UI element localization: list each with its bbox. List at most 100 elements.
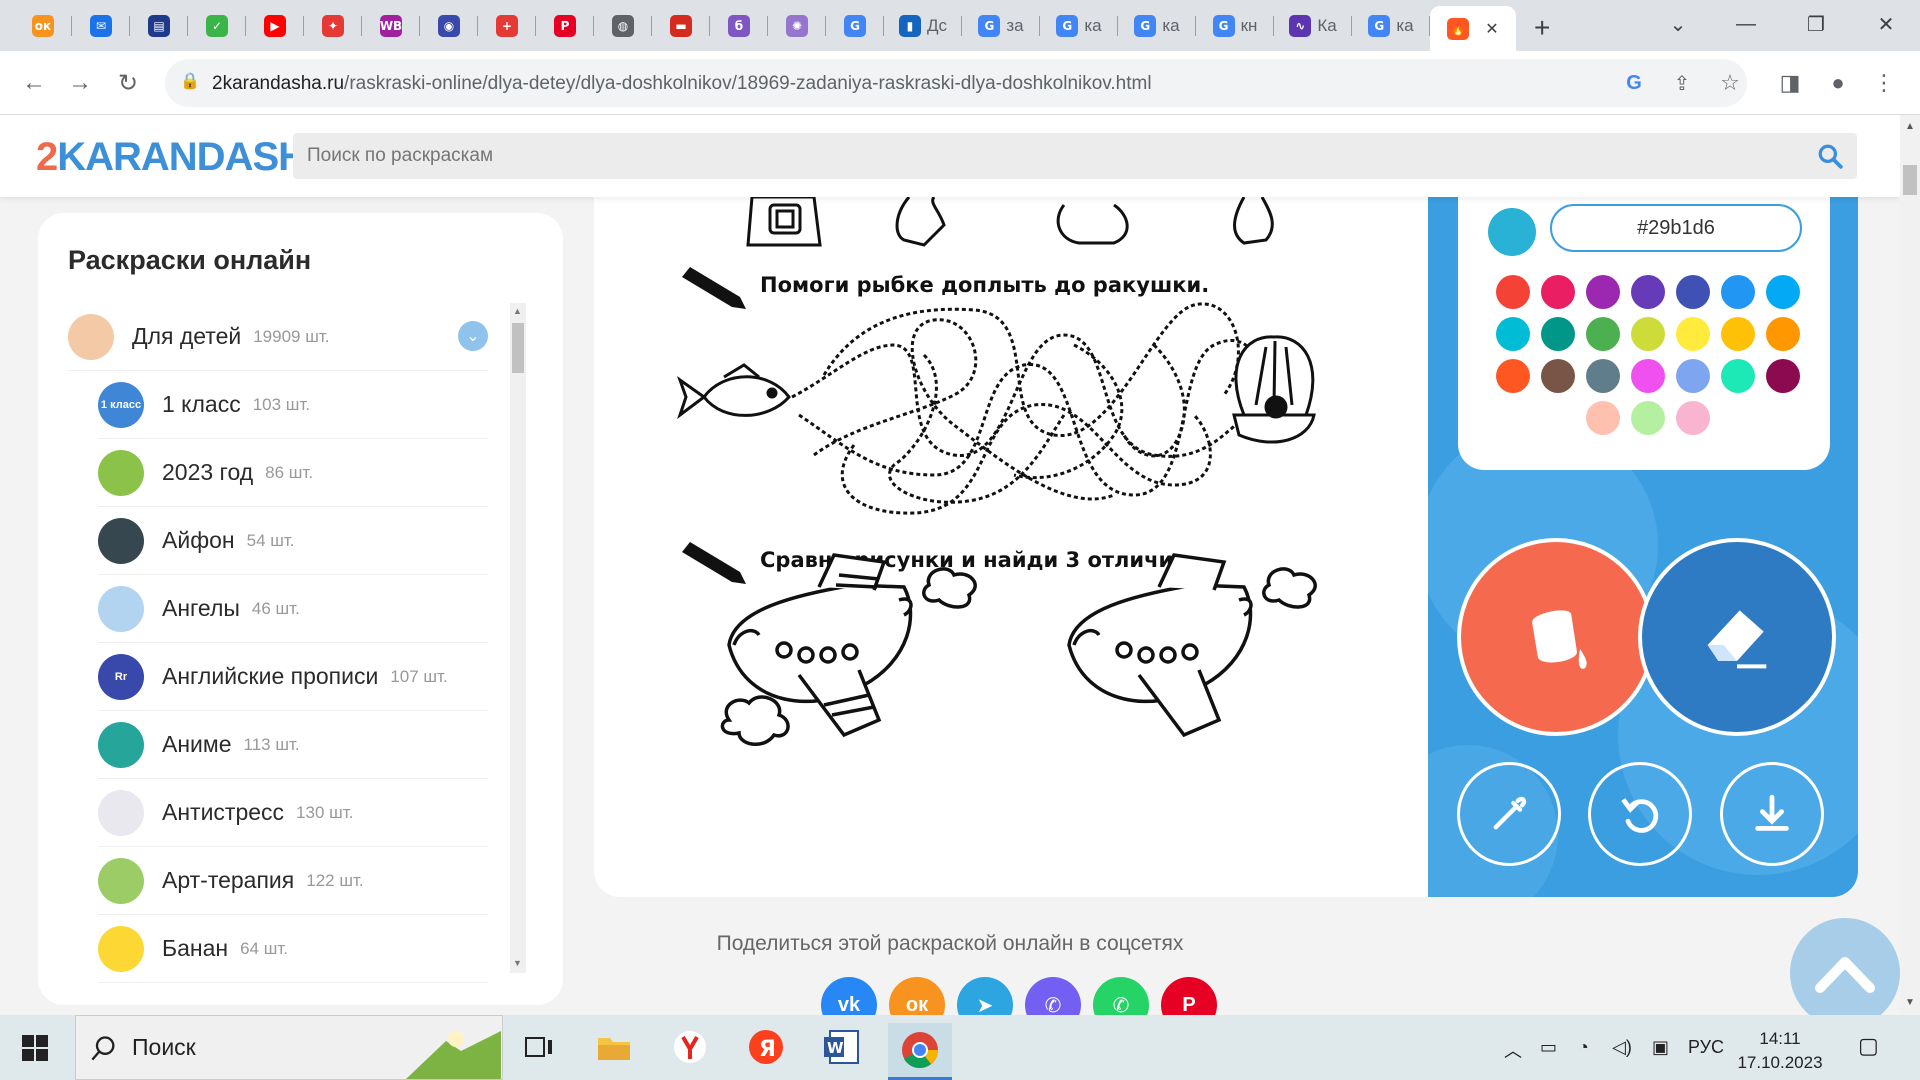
taskbar-search[interactable]: Поиск [75, 1015, 503, 1080]
sidebar-category-item[interactable]: Для детей 19909 шт. ⌄ [68, 303, 488, 371]
browser-tab[interactable]: ◉ [420, 8, 478, 44]
chrome-taskbar-icon[interactable] [888, 1023, 952, 1080]
browser-tab[interactable]: P [536, 8, 594, 44]
color-swatch[interactable] [1676, 317, 1710, 351]
tab-search-icon[interactable]: ⌄ [1658, 6, 1698, 42]
color-swatch[interactable] [1631, 359, 1665, 393]
color-swatch[interactable] [1496, 275, 1530, 309]
current-color-swatch[interactable] [1488, 208, 1536, 256]
show-hidden-icons[interactable]: ︿ [1504, 1037, 1522, 1063]
browser-tab[interactable]: ▬ [652, 8, 710, 44]
color-swatch[interactable] [1541, 275, 1575, 309]
color-swatch[interactable] [1631, 401, 1665, 435]
browser-tab[interactable]: ✺ [768, 8, 826, 44]
color-swatch[interactable] [1676, 275, 1710, 309]
start-button[interactable] [0, 1015, 70, 1080]
google-translate-icon[interactable]: G [1616, 65, 1652, 101]
share-page-icon[interactable]: ⇪ [1664, 65, 1700, 101]
download-button[interactable] [1720, 762, 1824, 866]
browser-tab[interactable]: Gка [1352, 8, 1430, 44]
sidebar-category-item[interactable]: Айфон 54 шт. [98, 507, 488, 575]
browser-tab[interactable]: ок [14, 8, 72, 44]
eraser-button[interactable] [1638, 538, 1836, 736]
scroll-down-icon[interactable]: ▼ [1905, 997, 1915, 1008]
menu-icon[interactable]: ⋮ [1866, 65, 1902, 101]
notifications-icon[interactable]: ▢ [1858, 1033, 1879, 1059]
meet-now-icon[interactable]: ▣ [1652, 1037, 1669, 1058]
color-swatch[interactable] [1586, 275, 1620, 309]
color-swatch[interactable] [1631, 317, 1665, 351]
yandex-icon[interactable]: Я [742, 1023, 790, 1071]
color-swatch[interactable] [1541, 359, 1575, 393]
color-swatch[interactable] [1721, 275, 1755, 309]
new-tab-button[interactable]: + [1534, 12, 1550, 44]
close-tab-icon[interactable]: ✕ [1485, 19, 1498, 39]
browser-tab[interactable]: Gка [1040, 8, 1118, 44]
minimize-button[interactable]: — [1726, 6, 1766, 42]
color-swatch[interactable] [1586, 317, 1620, 351]
worksheet-drawing[interactable]: Помоги рыбке доплыть до ракушки. Сравни … [594, 115, 1428, 897]
color-swatch[interactable] [1496, 359, 1530, 393]
page-scrollbar[interactable]: ▲ ▼ [1900, 115, 1920, 1015]
sidebar-scroll-thumb[interactable] [512, 323, 524, 373]
browser-tab[interactable]: ▶ [246, 8, 304, 44]
whatsapp-icon[interactable]: ✆ [1093, 977, 1149, 1015]
lock-icon[interactable]: 🔒 [180, 71, 200, 91]
pinterest-icon[interactable]: P [1161, 977, 1217, 1015]
language-indicator[interactable]: РУС [1688, 1037, 1724, 1058]
page-scroll-thumb[interactable] [1903, 165, 1917, 195]
color-swatch[interactable] [1721, 317, 1755, 351]
viber-icon[interactable]: ✆ [1025, 977, 1081, 1015]
undo-button[interactable] [1588, 762, 1692, 866]
back-icon[interactable]: ← [16, 65, 52, 101]
browser-tab[interactable]: G [826, 8, 884, 44]
forward-icon[interactable]: → [62, 65, 98, 101]
color-swatch[interactable] [1496, 317, 1530, 351]
reload-icon[interactable]: ↻ [110, 65, 146, 101]
vk-icon[interactable]: vk [821, 977, 877, 1015]
odnoklassniki-icon[interactable]: ок [889, 977, 945, 1015]
sidebar-category-item[interactable]: Арт-терапия 122 шт. [98, 847, 488, 915]
eyedropper-button[interactable] [1457, 762, 1561, 866]
browser-tab[interactable]: Gза [962, 8, 1040, 44]
scroll-up-icon[interactable]: ▲ [1905, 121, 1915, 132]
browser-tab[interactable]: 🔥 ✕ [1430, 6, 1516, 51]
telegram-icon[interactable]: ➤ [957, 977, 1013, 1015]
color-swatch[interactable] [1586, 401, 1620, 435]
yandex-browser-icon[interactable] [666, 1023, 714, 1071]
word-icon[interactable]: W [818, 1023, 866, 1071]
browser-tab[interactable]: ▤ [130, 8, 188, 44]
file-explorer-icon[interactable] [590, 1023, 638, 1071]
chevron-down-icon[interactable]: ⌄ [458, 321, 488, 351]
coloring-canvas[interactable]: Помоги рыбке доплыть до ракушки. Сравни … [594, 115, 1428, 897]
color-swatch[interactable] [1766, 275, 1800, 309]
hex-color-input[interactable]: #29b1d6 [1550, 204, 1802, 252]
color-swatch[interactable] [1541, 317, 1575, 351]
browser-tab[interactable]: ✓ [188, 8, 246, 44]
color-swatch[interactable] [1766, 359, 1800, 393]
sidebar-category-item[interactable]: 2023 год 86 шт. [98, 439, 488, 507]
url-text[interactable]: 2karandasha.ru/raskraski-online/dlya-det… [212, 73, 1152, 95]
volume-icon[interactable]: ◁) [1612, 1037, 1632, 1058]
restore-button[interactable]: ❐ [1796, 6, 1836, 42]
profile-icon[interactable]: ● [1820, 65, 1856, 101]
color-swatch[interactable] [1631, 275, 1665, 309]
browser-tab[interactable]: ◍ [594, 8, 652, 44]
color-swatch[interactable] [1586, 359, 1620, 393]
sidebar-category-item[interactable]: 1 класс 1 класс 103 шт. [98, 371, 488, 439]
browser-tab[interactable]: ✦ [304, 8, 362, 44]
sidebar-category-item[interactable]: Rr Английские прописи 107 шт. [98, 643, 488, 711]
browser-tab[interactable]: + [478, 8, 536, 44]
side-panel-icon[interactable]: ◨ [1772, 65, 1808, 101]
color-swatch[interactable] [1766, 317, 1800, 351]
close-window-button[interactable]: ✕ [1866, 6, 1906, 42]
bookmark-star-icon[interactable]: ☆ [1712, 65, 1748, 101]
battery-icon[interactable]: ▭ [1540, 1037, 1557, 1058]
scroll-up-icon[interactable]: ▲ [513, 306, 522, 316]
wifi-icon[interactable]: ◔ [1578, 1037, 1589, 1058]
color-swatch[interactable] [1676, 359, 1710, 393]
clock[interactable]: 14:11 17.10.2023 [1735, 1027, 1825, 1075]
sidebar-category-item[interactable]: Антистресс 130 шт. [98, 779, 488, 847]
fill-bucket-button[interactable] [1457, 538, 1655, 736]
browser-tab[interactable]: ∿ Ка [1274, 8, 1352, 44]
